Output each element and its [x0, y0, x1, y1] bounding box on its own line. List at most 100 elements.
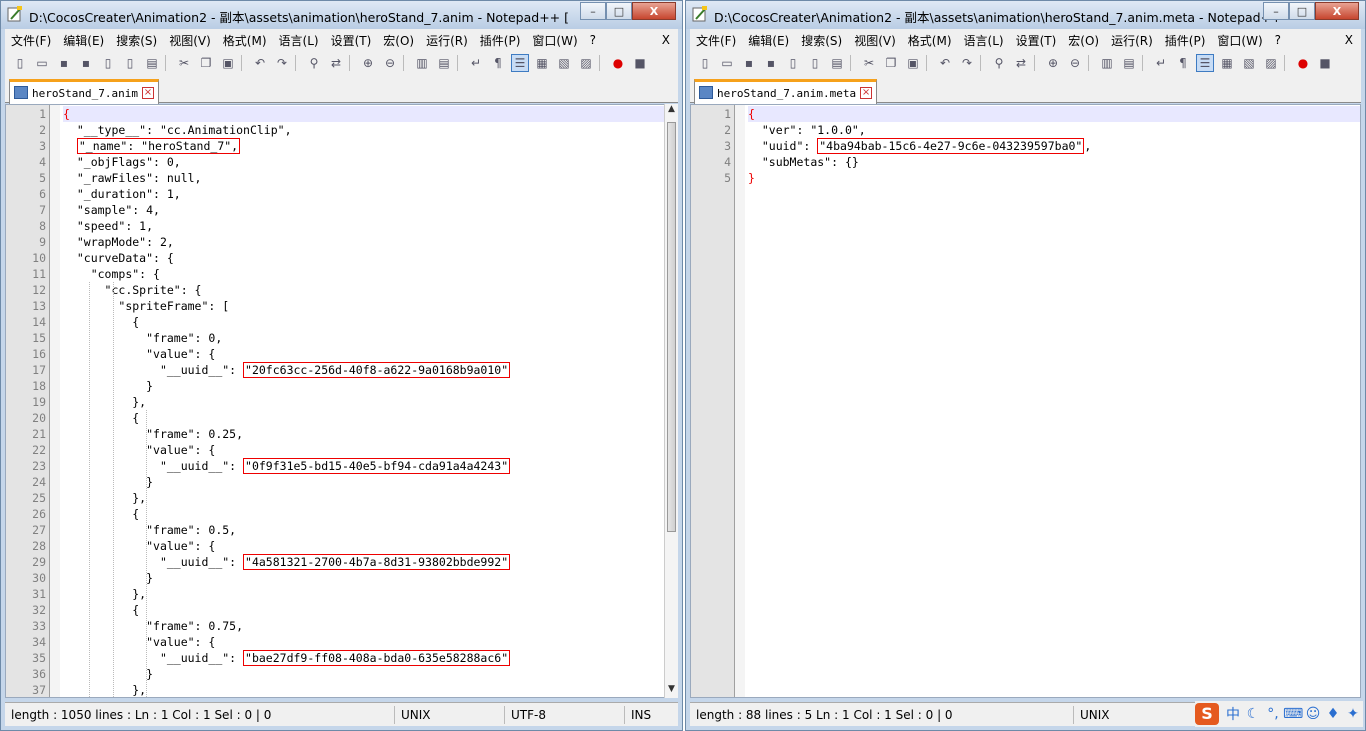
ime-toolbar[interactable]: S 中 ☾ °, ⌨ ☺ ♦ ✦ [1195, 701, 1363, 727]
copy-icon[interactable]: ❐ [197, 54, 215, 72]
menu-9[interactable]: 插件(P) [1159, 32, 1212, 49]
tab-file[interactable]: heroStand_7.anim × [9, 79, 159, 104]
menu-2[interactable]: 搜索(S) [110, 32, 163, 49]
tab-file[interactable]: heroStand_7.anim.meta × [694, 79, 878, 104]
replace-icon[interactable]: ⇄ [327, 54, 345, 72]
menu-6[interactable]: 设置(T) [325, 32, 378, 49]
stop-macro-icon[interactable]: ■ [631, 54, 649, 72]
all-chars-icon[interactable]: ¶ [1174, 54, 1192, 72]
cut-icon[interactable]: ✂ [860, 54, 878, 72]
close-icon[interactable]: ▯ [99, 54, 117, 72]
folder-icon[interactable]: ▨ [577, 54, 595, 72]
function-list-icon[interactable]: ▧ [555, 54, 573, 72]
wrap-icon[interactable]: ↵ [1152, 54, 1170, 72]
shirt-icon[interactable]: ♦ [1323, 706, 1343, 722]
menu-4[interactable]: 格式(M) [217, 32, 273, 49]
find-icon[interactable]: ⚲ [305, 54, 323, 72]
sogou-logo-icon[interactable]: S [1195, 703, 1219, 725]
minimize-button[interactable]: – [580, 2, 606, 20]
function-list-icon[interactable]: ▧ [1240, 54, 1258, 72]
redo-icon[interactable]: ↷ [958, 54, 976, 72]
new-icon[interactable]: ▯ [696, 54, 714, 72]
close-window-button[interactable]: X [1315, 2, 1359, 20]
menu-7[interactable]: 宏(O) [1062, 32, 1105, 49]
menu-9[interactable]: 插件(P) [474, 32, 527, 49]
menu-1[interactable]: 编辑(E) [57, 32, 110, 49]
indent-guide-icon[interactable]: ☰ [511, 54, 529, 72]
scroll-up-icon[interactable]: ▲ [665, 104, 678, 118]
cut-icon[interactable]: ✂ [175, 54, 193, 72]
print-icon[interactable]: ▤ [143, 54, 161, 72]
menu-1[interactable]: 编辑(E) [742, 32, 795, 49]
moon-icon[interactable]: ☾ [1243, 706, 1263, 722]
undo-icon[interactable]: ↶ [936, 54, 954, 72]
sync-v-icon[interactable]: ▥ [413, 54, 431, 72]
menu-10[interactable]: 窗口(W) [1211, 32, 1268, 49]
close-all-icon[interactable]: ▯ [806, 54, 824, 72]
redo-icon[interactable]: ↷ [273, 54, 291, 72]
zoom-out-icon[interactable]: ⊖ [381, 54, 399, 72]
code-editor[interactable]: 1 2 3 4 5 6 7 8 9 10 11 12 13 14 15 16 17 18 19 20 21 22 23 24 2… [5, 104, 668, 698]
menu-5[interactable]: 语言(L) [958, 32, 1010, 49]
close-tab-icon[interactable]: × [141, 87, 154, 99]
menu-8[interactable]: 运行(R) [1105, 32, 1159, 49]
menu-3[interactable]: 视图(V) [848, 32, 902, 49]
ime-chinese-mode[interactable]: 中 [1223, 704, 1243, 724]
close-all-icon[interactable]: ▯ [121, 54, 139, 72]
folder-icon[interactable]: ▨ [1262, 54, 1280, 72]
zoom-in-icon[interactable]: ⊕ [359, 54, 377, 72]
all-chars-icon[interactable]: ¶ [489, 54, 507, 72]
menu-0[interactable]: 文件(F) [690, 32, 742, 49]
scroll-down-icon[interactable]: ▼ [665, 684, 678, 698]
title-bar[interactable]: D:\CocosCreater\Animation2 - 副本\assets\a… [686, 1, 1365, 29]
close-tab-icon[interactable]: × [860, 87, 873, 99]
close-icon[interactable]: ▯ [784, 54, 802, 72]
zoom-out-icon[interactable]: ⊖ [1066, 54, 1084, 72]
undo-icon[interactable]: ↶ [251, 54, 269, 72]
keyboard-icon[interactable]: ⌨ [1283, 706, 1303, 722]
copy-icon[interactable]: ❐ [882, 54, 900, 72]
paste-icon[interactable]: ▣ [219, 54, 237, 72]
scroll-thumb[interactable] [667, 122, 676, 532]
zoom-in-icon[interactable]: ⊕ [1044, 54, 1062, 72]
vertical-scrollbar[interactable]: ▲ ▼ [664, 104, 678, 698]
menu-11[interactable]: ? [1269, 33, 1287, 47]
open-icon[interactable]: ▭ [33, 54, 51, 72]
save-icon[interactable]: ▪ [740, 54, 758, 72]
sync-v-icon[interactable]: ▥ [1098, 54, 1116, 72]
open-icon[interactable]: ▭ [718, 54, 736, 72]
punctuation-icon[interactable]: °, [1263, 706, 1283, 722]
doc-map-icon[interactable]: ▦ [1218, 54, 1236, 72]
menu-2[interactable]: 搜索(S) [795, 32, 848, 49]
maximize-button[interactable]: □ [606, 2, 632, 20]
menu-close-button[interactable]: X [1345, 33, 1361, 47]
code-editor[interactable]: 1 2 3 4 5 { "ver": "1.0.0", "uuid": "4ba94ba… [690, 104, 1361, 698]
menu-4[interactable]: 格式(M) [902, 32, 958, 49]
close-window-button[interactable]: X [632, 2, 676, 20]
wrap-icon[interactable]: ↵ [467, 54, 485, 72]
menu-3[interactable]: 视图(V) [163, 32, 217, 49]
minimize-button[interactable]: – [1263, 2, 1289, 20]
find-icon[interactable]: ⚲ [990, 54, 1008, 72]
menu-close-button[interactable]: X [662, 33, 678, 47]
save-all-icon[interactable]: ▪ [762, 54, 780, 72]
indent-guide-icon[interactable]: ☰ [1196, 54, 1214, 72]
paste-icon[interactable]: ▣ [904, 54, 922, 72]
maximize-button[interactable]: □ [1289, 2, 1315, 20]
menu-8[interactable]: 运行(R) [420, 32, 474, 49]
user-icon[interactable]: ☺ [1303, 706, 1323, 722]
save-icon[interactable]: ▪ [55, 54, 73, 72]
stop-macro-icon[interactable]: ■ [1316, 54, 1334, 72]
menu-11[interactable]: ? [584, 33, 602, 47]
new-icon[interactable]: ▯ [11, 54, 29, 72]
record-macro-icon[interactable]: ● [609, 54, 627, 72]
menu-5[interactable]: 语言(L) [273, 32, 325, 49]
record-macro-icon[interactable]: ● [1294, 54, 1312, 72]
sync-h-icon[interactable]: ▤ [435, 54, 453, 72]
doc-map-icon[interactable]: ▦ [533, 54, 551, 72]
tools-icon[interactable]: ✦ [1343, 706, 1363, 722]
menu-0[interactable]: 文件(F) [5, 32, 57, 49]
menu-7[interactable]: 宏(O) [377, 32, 420, 49]
save-all-icon[interactable]: ▪ [77, 54, 95, 72]
sync-h-icon[interactable]: ▤ [1120, 54, 1138, 72]
